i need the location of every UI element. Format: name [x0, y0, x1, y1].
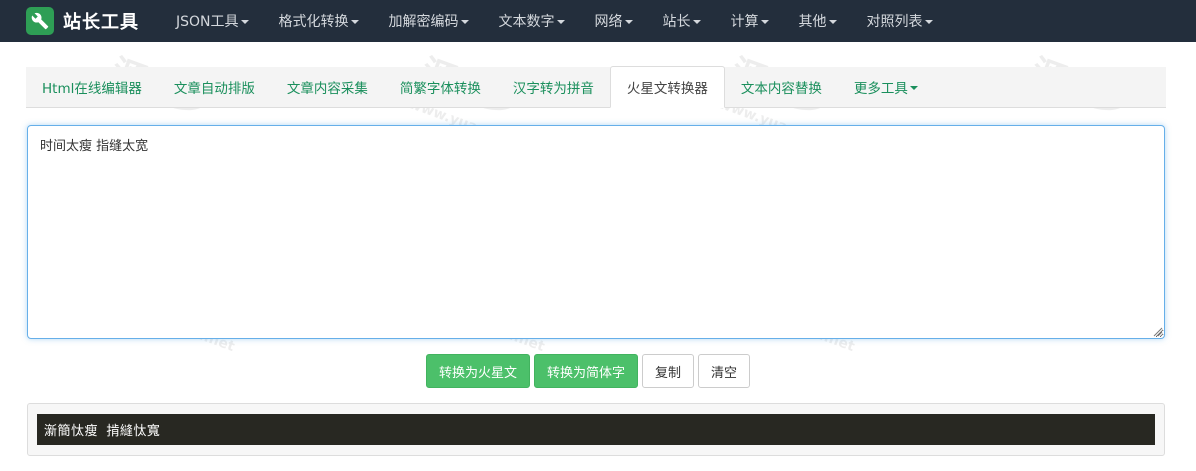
tab-martian-converter[interactable]: 火星文转换器 [609, 66, 725, 108]
caret-down-icon [828, 20, 837, 24]
top-navbar: 站长工具 JSON工具 格式化转换 加解密编码 文本数字 网络 站长 计算 其他… [0, 0, 1196, 42]
caret-down-icon [692, 20, 701, 24]
wrench-icon [26, 7, 54, 35]
tab-text-replace[interactable]: 文本内容替换 [725, 66, 838, 107]
clear-button[interactable]: 清空 [698, 354, 751, 388]
copy-button[interactable]: 复制 [642, 354, 695, 388]
caret-down-icon [350, 20, 359, 24]
nav-item-label: 对照列表 [866, 14, 923, 30]
nav-item-reference[interactable]: 对照列表 [852, 0, 948, 42]
nav-item-label: 格式化转换 [278, 14, 349, 30]
tab-more-tools[interactable]: 更多工具 [838, 66, 934, 107]
tab-simp-trad[interactable]: 简繁字体转换 [384, 66, 497, 107]
caret-down-icon [460, 20, 469, 24]
tab-html-editor[interactable]: Html在线编辑器 [26, 66, 158, 107]
caret-down-icon [909, 85, 918, 90]
nav-item-webmaster[interactable]: 站长 [648, 0, 716, 42]
tool-tabs: Html在线编辑器 文章自动排版 文章内容采集 简繁字体转换 汉字转为拼音 火星… [26, 66, 1166, 108]
nav-item-other[interactable]: 其他 [784, 0, 852, 42]
tab-auto-format[interactable]: 文章自动排版 [158, 66, 271, 107]
caret-down-icon [760, 20, 769, 24]
tab-content-collect[interactable]: 文章内容采集 [271, 66, 384, 107]
nav-item-calc[interactable]: 计算 [716, 0, 784, 42]
nav-item-encode[interactable]: 加解密编码 [374, 0, 484, 42]
nav-item-label: 站长 [662, 14, 691, 30]
nav-item-text[interactable]: 文本数字 [484, 0, 580, 42]
nav-item-label: 计算 [730, 14, 759, 30]
brand[interactable]: 站长工具 [0, 0, 161, 42]
output-text[interactable]: 澵簡忲瘦 掯縫忲寬 [37, 414, 1155, 445]
nav-item-label: 其他 [798, 14, 827, 30]
nav-item-label: 加解密编码 [388, 14, 459, 30]
nav-item-json[interactable]: JSON工具 [161, 0, 264, 42]
caret-down-icon [624, 20, 633, 24]
nav-item-label: 网络 [594, 14, 623, 30]
convert-to-simplified-button[interactable]: 转换为简体字 [534, 354, 639, 388]
action-buttons: 转换为火星文 转换为简体字 复制 清空 [426, 354, 751, 388]
nav-item-label: 文本数字 [498, 14, 555, 30]
caret-down-icon [556, 20, 565, 24]
tab-label: 更多工具 [853, 80, 908, 97]
source-text-input[interactable] [27, 125, 1165, 339]
nav-item-format[interactable]: 格式化转换 [264, 0, 374, 42]
nav-item-label: JSON工具 [176, 14, 239, 30]
brand-name: 站长工具 [63, 12, 139, 33]
caret-down-icon [924, 20, 933, 24]
nav-menu: JSON工具 格式化转换 加解密编码 文本数字 网络 站长 计算 其他 对照列表 [161, 0, 948, 42]
convert-to-martian-button[interactable]: 转换为火星文 [426, 354, 531, 388]
nav-item-network[interactable]: 网络 [580, 0, 648, 42]
tab-pinyin[interactable]: 汉字转为拼音 [497, 66, 610, 107]
output-panel: 澵簡忲瘦 掯縫忲寬 [27, 403, 1165, 456]
caret-down-icon [240, 20, 249, 24]
